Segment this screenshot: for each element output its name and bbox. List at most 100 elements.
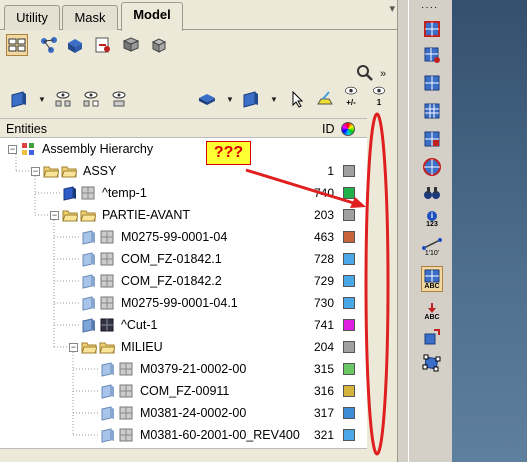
label-icon[interactable]: ABC — [421, 298, 443, 324]
tree-row-root[interactable]: − Assembly Hierarchy — [0, 138, 367, 160]
isolate-icon[interactable] — [80, 88, 102, 110]
part-set-icon[interactable] — [148, 34, 170, 56]
collapse-icon[interactable]: − — [50, 210, 59, 220]
info-icon[interactable]: i 123 — [421, 208, 443, 230]
node-edit-icon[interactable] — [421, 352, 443, 374]
eye-single-icon[interactable]: 1 — [368, 84, 390, 108]
tree-row[interactable]: − ASSY 1 — [0, 160, 367, 182]
display-mode-icon[interactable] — [8, 88, 30, 110]
eye-toggle-icon[interactable]: +/- — [340, 84, 362, 108]
tree-node: COM_FZ-00911 — [88, 382, 229, 400]
show-icon[interactable] — [52, 88, 74, 110]
toolbar-grip-icon[interactable]: ···· — [421, 2, 438, 13]
component-icon — [81, 251, 99, 267]
assembly-folder-icon — [99, 339, 117, 355]
transform-icon[interactable] — [421, 326, 443, 348]
parts-icon[interactable] — [64, 34, 86, 56]
graphics-viewport[interactable] — [452, 0, 527, 462]
assembly-icon[interactable] — [120, 34, 142, 56]
model-browser-icon[interactable] — [6, 34, 28, 56]
tree-row[interactable]: COM_FZ-00911 316 — [0, 380, 367, 402]
highlight-icon[interactable] — [314, 88, 336, 110]
tree-row[interactable]: M0381-60-2001-00_REV400 321 — [0, 424, 367, 446]
assembly-folder-icon — [62, 207, 80, 223]
display-mode-dropdown-icon[interactable]: ▼ — [38, 95, 46, 104]
tree-node-label: COM_FZ-01842.2 — [121, 274, 222, 288]
component-icon — [100, 427, 118, 443]
element-quality-icon[interactable] — [421, 18, 443, 40]
color-swatch[interactable] — [343, 231, 355, 243]
surface-icon[interactable] — [240, 88, 262, 110]
header-id[interactable]: ID — [322, 122, 335, 136]
tree-node-id: 729 — [313, 274, 334, 288]
color-swatch[interactable] — [343, 319, 355, 331]
header-entities[interactable]: Entities — [6, 122, 47, 136]
tree-node-label: ASSY — [83, 164, 117, 178]
collapse-icon[interactable]: − — [8, 144, 17, 154]
label-icon-active[interactable]: ABC — [421, 266, 443, 292]
color-swatch[interactable] — [343, 209, 355, 221]
tab-model[interactable]: Model — [121, 2, 183, 31]
color-swatch[interactable] — [343, 275, 355, 287]
tree-node: M0275-99-0001-04 — [69, 228, 227, 246]
horizontal-scrollbar[interactable] — [0, 448, 367, 462]
include-icon[interactable] — [92, 34, 114, 56]
tree-node-id: 728 — [313, 252, 334, 266]
binoculars-icon[interactable] — [421, 182, 443, 204]
tree-node-label: MILIEU — [121, 340, 163, 354]
tree-row[interactable]: M0275-99-0001-04 463 — [0, 226, 367, 248]
tree-row[interactable]: COM_FZ-01842.1 728 — [0, 248, 367, 270]
collapse-icon[interactable]: − — [69, 342, 78, 352]
tree-row[interactable]: ^Cut-1 741 — [0, 314, 367, 336]
color-wheel-icon[interactable] — [341, 122, 355, 136]
select-arrow-icon[interactable] — [286, 88, 308, 110]
expand-toolbar-icon[interactable]: » — [380, 68, 386, 80]
component-icon — [100, 361, 118, 377]
mesh-edit-icon[interactable] — [421, 44, 443, 66]
tree-row[interactable]: M0275-99-0001-04.1 730 — [0, 292, 367, 314]
collapse-icon[interactable]: − — [31, 166, 40, 176]
color-swatch[interactable] — [343, 407, 355, 419]
tree-row[interactable]: − MILIEU 204 — [0, 336, 367, 358]
column-header: Entities ID — [0, 118, 367, 138]
color-swatch[interactable] — [343, 363, 355, 375]
tab-utility[interactable]: Utility — [4, 5, 60, 30]
color-swatch[interactable] — [343, 341, 355, 353]
measure-icon[interactable]: 1'10' — [421, 236, 443, 258]
component-mesh-icon — [99, 229, 117, 245]
component-mesh-icon — [80, 185, 98, 201]
surface-dropdown-icon[interactable]: ▼ — [270, 95, 278, 104]
component-mesh-icon — [99, 295, 117, 311]
component-mesh-icon — [118, 405, 136, 421]
tree-row[interactable]: − PARTIE-AVANT 203 — [0, 204, 367, 226]
tree-row[interactable]: M0379-21-0002-00 315 — [0, 358, 367, 380]
tree-row[interactable]: COM_FZ-01842.2 729 — [0, 270, 367, 292]
tree-row[interactable]: ^temp-1 740 — [0, 182, 367, 204]
color-swatch[interactable] — [343, 165, 355, 177]
color-swatch[interactable] — [343, 429, 355, 441]
tree-node-label: M0379-21-0002-00 — [140, 362, 247, 376]
tree-node-label: M0275-99-0001-04 — [121, 230, 228, 244]
search-icon[interactable] — [354, 62, 376, 84]
component-icon[interactable] — [196, 88, 218, 110]
color-swatch[interactable] — [343, 297, 355, 309]
component-dropdown-icon[interactable]: ▼ — [226, 95, 234, 104]
panel-menu-icon[interactable]: ▾ — [389, 2, 395, 15]
mesh-icon[interactable] — [421, 72, 443, 94]
model-browser-panel: Utility Mask Model ▾ » ▼ ▼ ▼ +/- 1 Entit… — [0, 0, 398, 462]
mesh-check-icon[interactable] — [421, 128, 443, 150]
tab-mask[interactable]: Mask — [62, 5, 118, 30]
mesh-grid-icon[interactable] — [421, 100, 443, 122]
target-mesh-icon[interactable] — [421, 156, 443, 178]
tree-node-label: M0381-24-0002-00 — [140, 406, 247, 420]
color-swatch[interactable] — [343, 253, 355, 265]
component-icon — [81, 317, 99, 333]
assembly-hierarchy-icon — [22, 143, 34, 155]
tree-node-id: 741 — [313, 318, 334, 332]
tree-row[interactable]: M0381-24-0002-00 317 — [0, 402, 367, 424]
color-swatch[interactable] — [343, 187, 355, 199]
color-swatch[interactable] — [343, 385, 355, 397]
connectivity-icon[interactable] — [38, 34, 60, 56]
component-icon — [100, 405, 118, 421]
hide-icon[interactable] — [108, 88, 130, 110]
